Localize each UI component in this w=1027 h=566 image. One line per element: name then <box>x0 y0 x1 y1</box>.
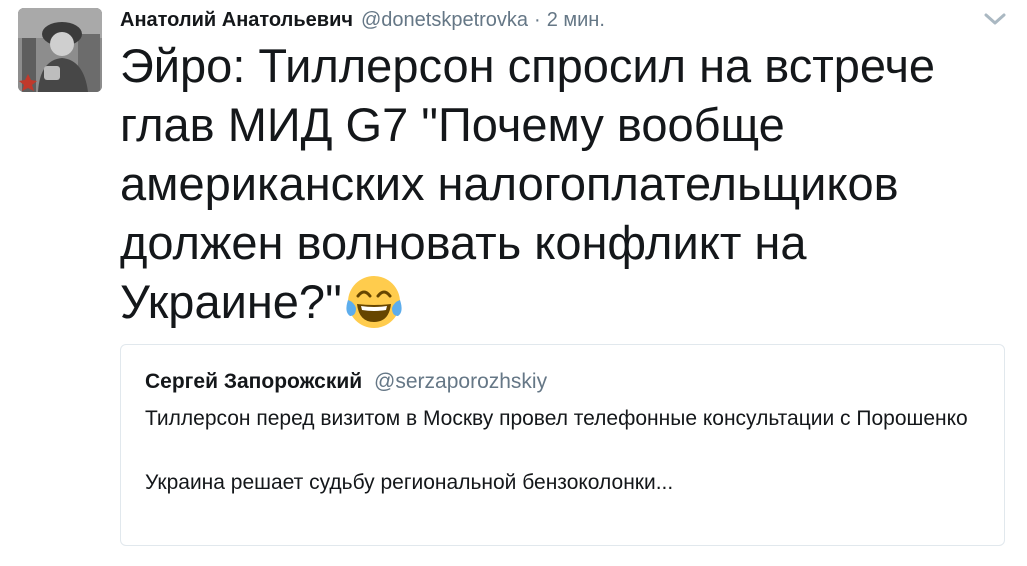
quoted-text-paragraph-1: Тиллерсон перед визитом в Москву провел … <box>145 407 968 430</box>
author-name[interactable]: Анатолий Анатольевич <box>120 6 353 34</box>
tweet-header: Анатолий Анатольевич @donetskpetrovka · … <box>120 6 605 34</box>
quoted-author-name: Сергей Запорожский <box>145 370 363 393</box>
separator-dot: · <box>534 9 541 31</box>
tweet-menu-button[interactable] <box>983 10 1007 28</box>
quoted-tweet-header: Сергей Запорожский @serzaporozhskiy <box>145 367 547 397</box>
avatar[interactable] <box>18 8 102 92</box>
avatar-image <box>18 8 102 92</box>
author-handle[interactable]: @donetskpetrovka <box>361 6 528 34</box>
chevron-down-icon <box>984 13 1006 25</box>
timestamp[interactable]: 2 мин. <box>547 6 605 34</box>
quoted-tweet[interactable]: Сергей Запорожский @serzaporozhskiy Тилл… <box>120 344 1005 546</box>
quoted-text-paragraph-2: Украина решает судьбу региональной бензо… <box>145 471 674 494</box>
tweet-text: Эйро: Тиллерсон спросил на встрече глав … <box>120 36 1000 332</box>
tweet-text-content: Эйро: Тиллерсон спросил на встрече глав … <box>120 39 936 328</box>
tweet: Анатолий Анатольевич @donetskpetrovka · … <box>0 0 1027 566</box>
quoted-tweet-text: Тиллерсон перед визитом в Москву провел … <box>145 403 985 499</box>
face-with-tears-of-joy-emoji <box>344 272 404 332</box>
quoted-author-handle: @serzaporozhskiy <box>374 370 548 393</box>
